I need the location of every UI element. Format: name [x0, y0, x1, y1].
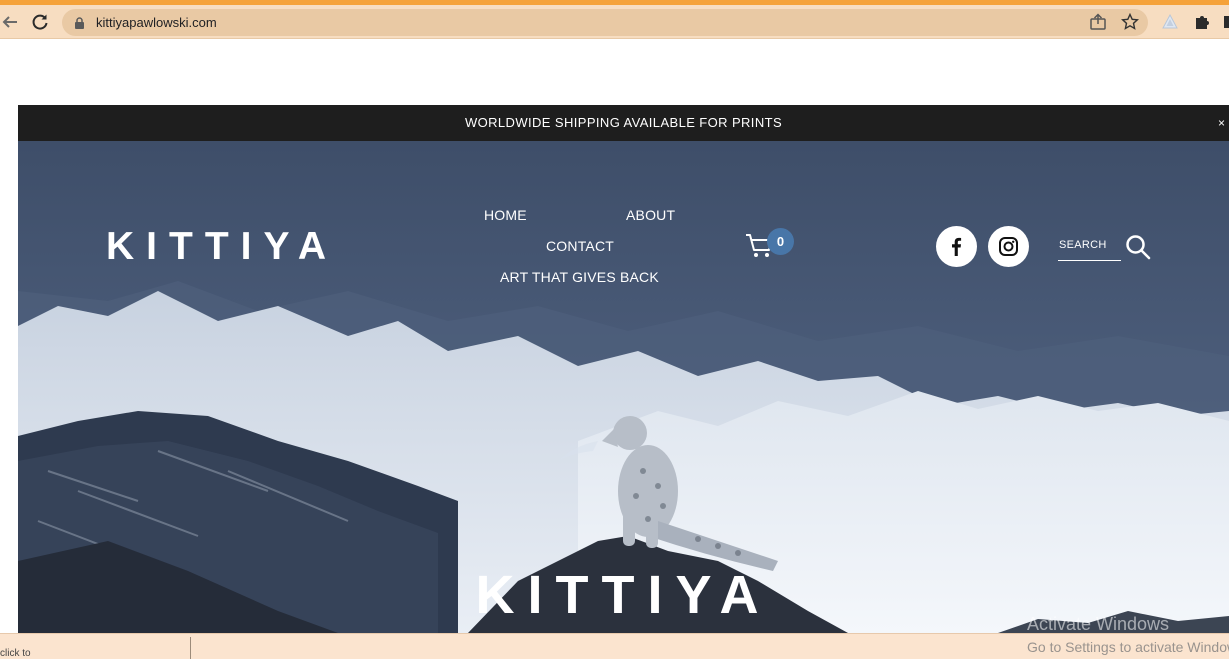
- website: WORLDWIDE SHIPPING AVAILABLE FOR PRINTS …: [18, 105, 1229, 633]
- instagram-icon: [999, 237, 1018, 256]
- announcement-text: WORLDWIDE SHIPPING AVAILABLE FOR PRINTS: [464, 115, 783, 130]
- activate-windows-subtitle: Go to Settings to activate Windows.: [1027, 639, 1229, 655]
- activate-windows-title: Activate Windows: [1027, 614, 1170, 634]
- extension-icon[interactable]: [1161, 13, 1179, 31]
- address-bar[interactable]: [62, 9, 1148, 36]
- cart-count-badge[interactable]: 0: [767, 228, 794, 255]
- nav-art-that-gives-back[interactable]: ART THAT GIVES BACK: [500, 269, 659, 285]
- status-divider: [190, 637, 191, 659]
- search-underline: [1058, 260, 1121, 261]
- star-icon[interactable]: [1120, 12, 1140, 31]
- profile-menu-edge[interactable]: [1224, 13, 1229, 31]
- status-text: click to: [0, 648, 31, 659]
- url-text[interactable]: kittiyapawlowski.com: [96, 15, 217, 30]
- facebook-icon: [952, 237, 962, 256]
- search-icon[interactable]: [1125, 234, 1151, 260]
- announcement-close-button[interactable]: ×: [1218, 105, 1225, 141]
- reload-icon[interactable]: [30, 12, 50, 32]
- nav-home[interactable]: HOME: [484, 207, 527, 223]
- share-icon[interactable]: [1089, 13, 1107, 31]
- snow-leopard-photo: [18, 141, 1229, 633]
- instagram-button[interactable]: [988, 226, 1029, 267]
- back-arrow-icon[interactable]: [0, 12, 20, 32]
- page-viewport: WORLDWIDE SHIPPING AVAILABLE FOR PRINTS …: [0, 40, 1229, 633]
- browser-toolbar: kittiyapawlowski.com: [0, 5, 1229, 39]
- nav-contact[interactable]: CONTACT: [546, 238, 614, 254]
- puzzle-icon[interactable]: [1193, 13, 1211, 31]
- search-input[interactable]: SEARCH: [1059, 239, 1107, 251]
- facebook-button[interactable]: [936, 226, 977, 267]
- nav-about[interactable]: ABOUT: [626, 207, 675, 223]
- lock-icon[interactable]: [74, 16, 85, 29]
- site-logo[interactable]: KITTIYA: [106, 225, 338, 269]
- hero-banner: KITTIYA HOME ABOUT CONTACT ART THAT GIVE…: [18, 141, 1229, 633]
- announcement-bar: WORLDWIDE SHIPPING AVAILABLE FOR PRINTS …: [18, 105, 1229, 141]
